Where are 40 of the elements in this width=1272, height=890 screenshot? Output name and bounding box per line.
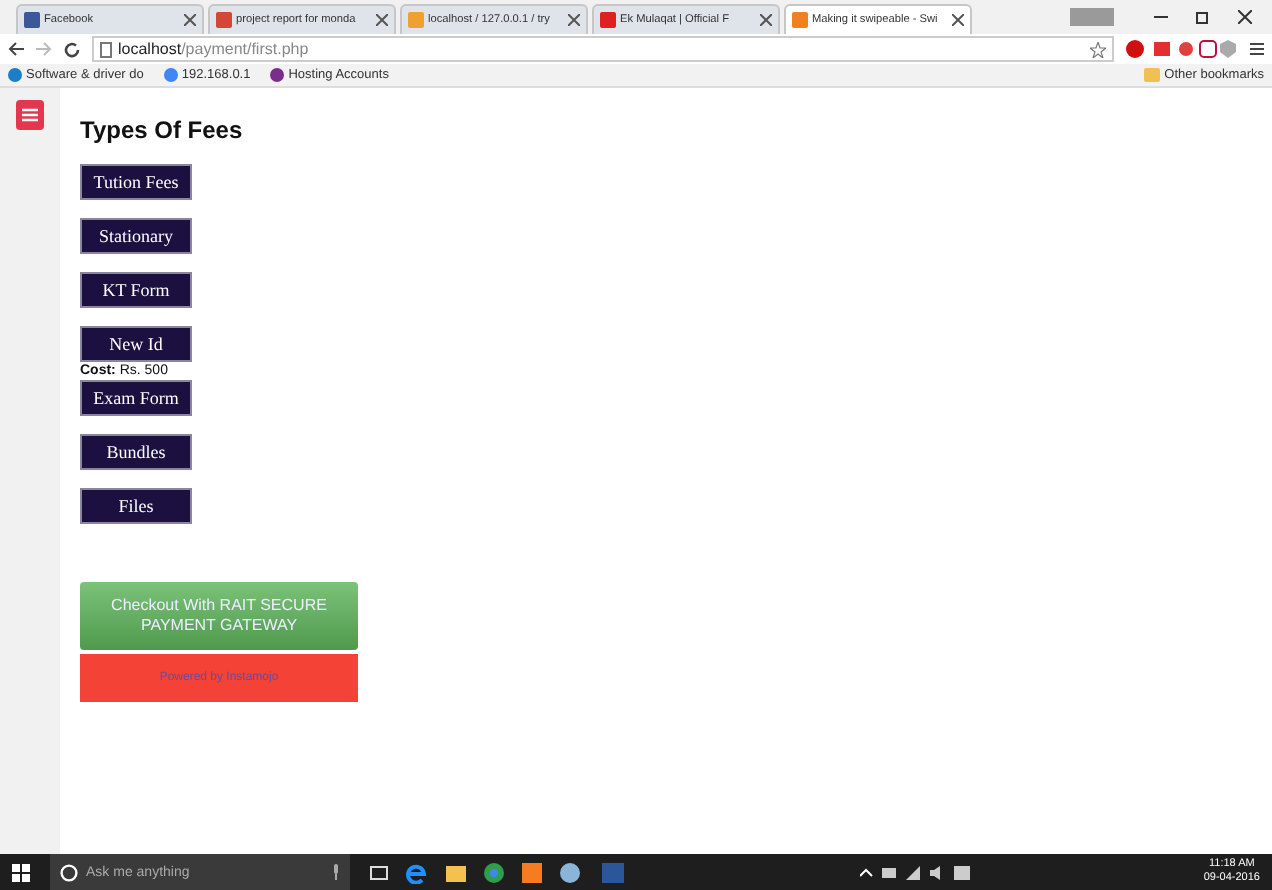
- close-icon[interactable]: [568, 14, 580, 26]
- fee-button[interactable]: Files: [80, 488, 192, 524]
- close-icon[interactable]: [1238, 10, 1252, 24]
- back-icon[interactable]: [8, 42, 24, 56]
- menu-icon: [22, 108, 38, 122]
- circle-icon: [60, 863, 78, 881]
- system-tray-icons-drawing[interactable]: [860, 863, 973, 881]
- bookmark-icon: [8, 68, 22, 82]
- star-icon[interactable]: [1090, 41, 1106, 57]
- fee-button[interactable]: KT Form: [80, 272, 192, 308]
- microphone-icon: [332, 864, 340, 880]
- taskbar-apps-drawing[interactable]: [370, 861, 630, 883]
- bookmark-icon: [163, 68, 178, 82]
- site-icon: [792, 12, 808, 28]
- site-icon: [216, 12, 232, 28]
- reload-icon[interactable]: [64, 41, 80, 57]
- fee-button[interactable]: Tution Fees: [80, 164, 192, 200]
- fee-button[interactable]: Stationary: [80, 218, 192, 254]
- fee-button[interactable]: Bundles: [80, 434, 192, 470]
- site-icon: [408, 12, 424, 28]
- close-icon[interactable]: [184, 14, 196, 26]
- fee-button[interactable]: Exam Form: [80, 380, 192, 416]
- close-icon[interactable]: [376, 14, 388, 26]
- close-icon[interactable]: [952, 14, 964, 26]
- restore-icon[interactable]: [1196, 10, 1210, 24]
- address-field[interactable]: localhost/payment/first.php: [92, 36, 1114, 62]
- site-icon: [600, 12, 616, 28]
- page-heading: Types Of Fees: [80, 116, 245, 144]
- site-icon: [24, 12, 40, 28]
- fee-button[interactable]: New Id: [80, 326, 192, 362]
- close-icon[interactable]: [760, 14, 772, 26]
- folder-icon: [1144, 68, 1161, 82]
- menu-icon[interactable]: [1250, 42, 1264, 56]
- bookmark-icon: [270, 68, 285, 82]
- url-text: localhost/payment/first.php: [118, 40, 309, 58]
- minimize-icon[interactable]: [1154, 15, 1168, 19]
- menu-button[interactable]: [16, 100, 44, 130]
- page-icon: [100, 41, 112, 57]
- windows-icon[interactable]: [12, 863, 30, 881]
- extension-icons-drawing[interactable]: [1126, 40, 1238, 58]
